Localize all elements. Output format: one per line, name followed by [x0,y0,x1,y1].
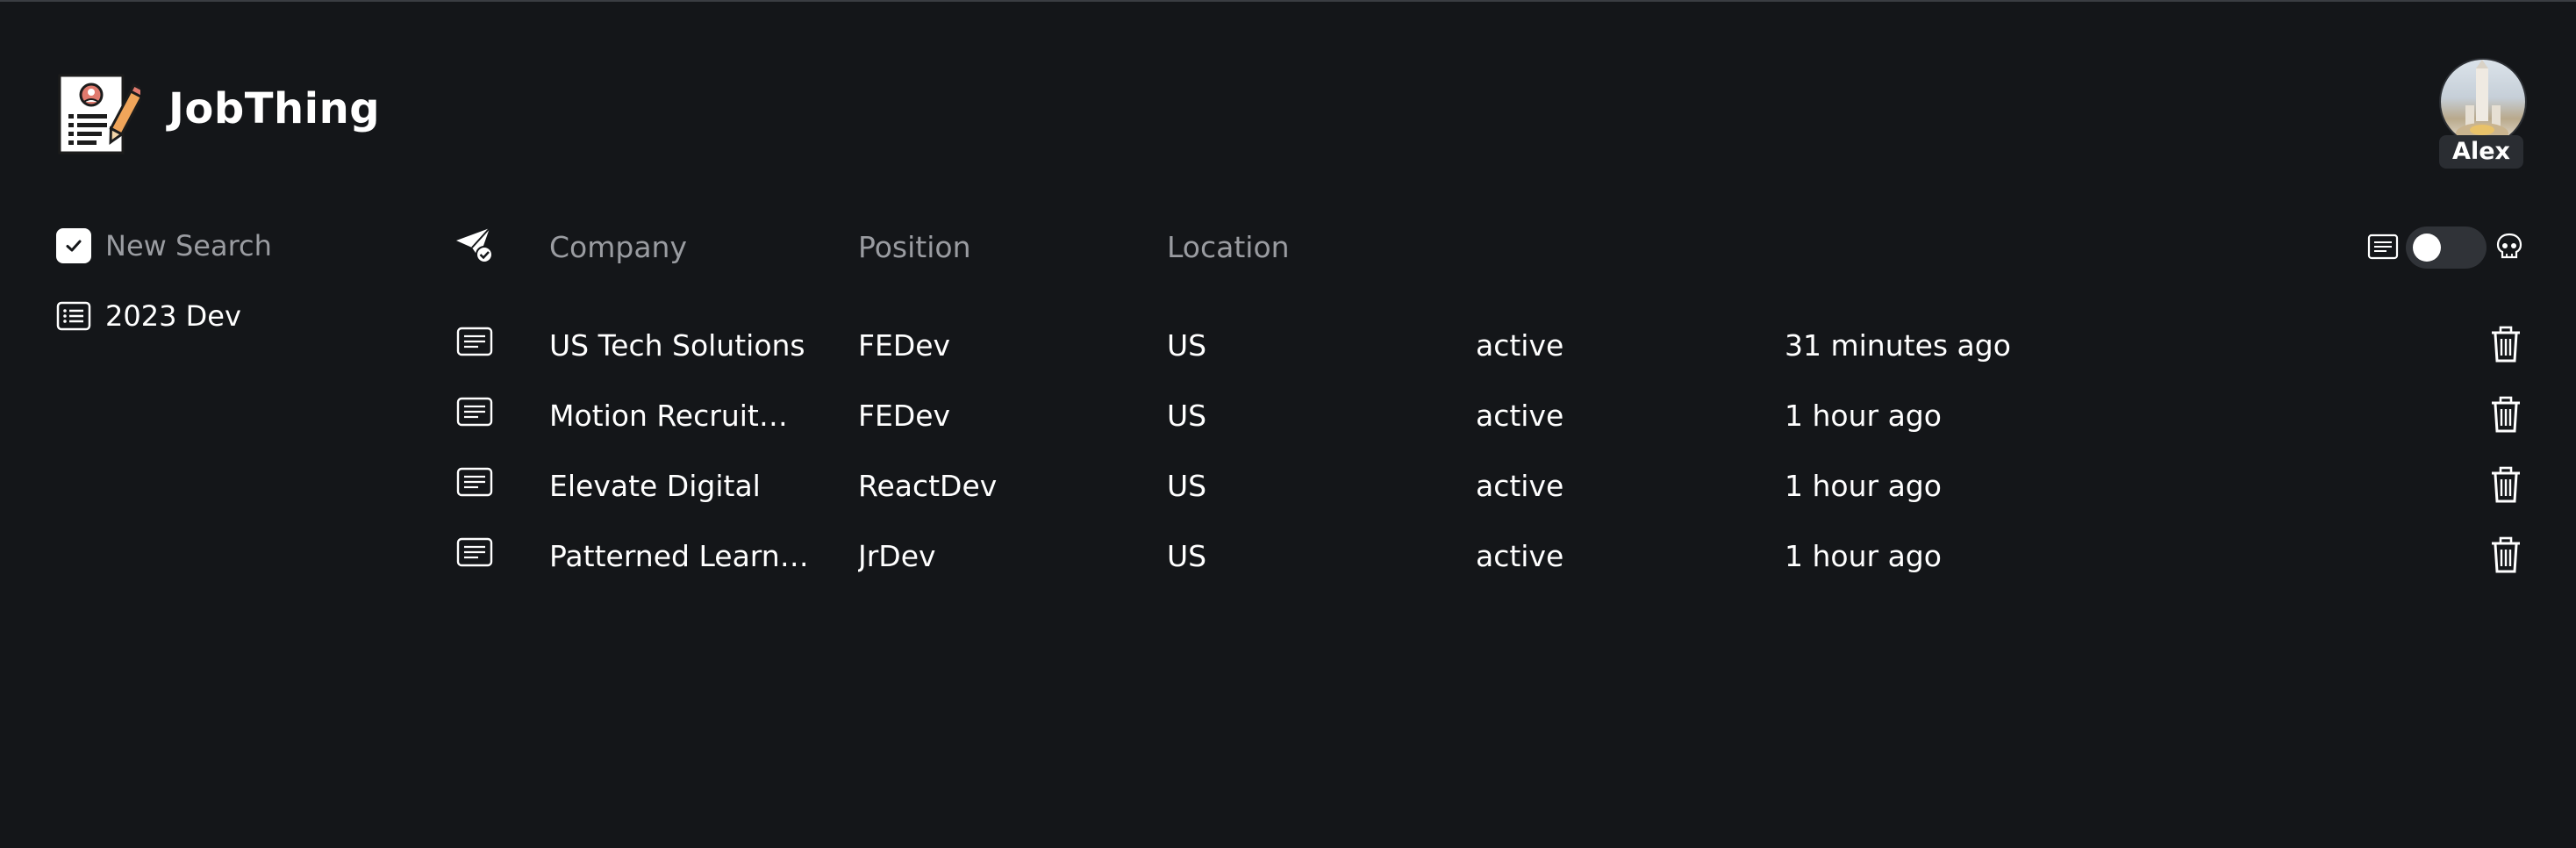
document-icon[interactable] [456,467,493,497]
location-cell: US [1167,328,1207,363]
window-top-border [0,0,2576,2]
sidebar-item-label: 2023 Dev [105,299,241,333]
trash-icon[interactable] [2488,535,2523,574]
location-cell: US [1167,539,1207,573]
avatar[interactable] [2439,58,2527,146]
updated-cell: 31 minutes ago [1785,328,2011,363]
view-mode-toggle[interactable] [2406,226,2487,269]
user-name[interactable]: Alex [2439,135,2523,169]
trash-icon[interactable] [2488,465,2523,504]
document-icon [2367,234,2399,262]
position-cell: ReactDev [858,469,998,503]
location-cell: US [1167,469,1207,503]
company-cell: Patterned Learni... [549,539,812,573]
status-cell: active [1476,399,1564,433]
column-header-location[interactable]: Location [1167,230,1290,264]
toggle-knob[interactable] [2413,234,2441,262]
status-cell: active [1476,328,1564,363]
position-cell: FEDev [858,399,951,433]
position-cell: JrDev [858,539,936,573]
column-header-position[interactable]: Position [858,230,971,264]
app-logo-icon[interactable] [56,72,147,156]
updated-cell: 1 hour ago [1785,399,1942,433]
column-header-company[interactable]: Company [549,230,687,264]
new-search-item[interactable]: New Search [56,226,272,265]
app-title: JobThing [168,84,381,133]
list-icon [56,298,91,334]
location-cell: US [1167,399,1207,433]
document-icon[interactable] [456,327,493,356]
document-icon[interactable] [456,537,493,567]
company-cell: Elevate Digital [549,469,761,503]
updated-cell: 1 hour ago [1785,469,1942,503]
status-cell: active [1476,469,1564,503]
trash-icon[interactable] [2488,395,2523,434]
company-cell: US Tech Solutions [549,328,805,363]
status-cell: active [1476,539,1564,573]
paper-plane-check-icon[interactable] [454,226,495,265]
trash-icon[interactable] [2488,325,2523,363]
company-cell: Motion Recruitm... [549,399,812,433]
user-menu[interactable]: Alex [2436,56,2527,172]
position-cell: FEDev [858,328,951,363]
document-icon[interactable] [456,397,493,427]
new-search-label: New Search [105,229,272,262]
skull-icon [2495,232,2523,263]
checkbox-icon[interactable] [56,228,91,263]
sidebar-item-2023-dev[interactable]: 2023 Dev [56,297,241,335]
updated-cell: 1 hour ago [1785,539,1942,573]
